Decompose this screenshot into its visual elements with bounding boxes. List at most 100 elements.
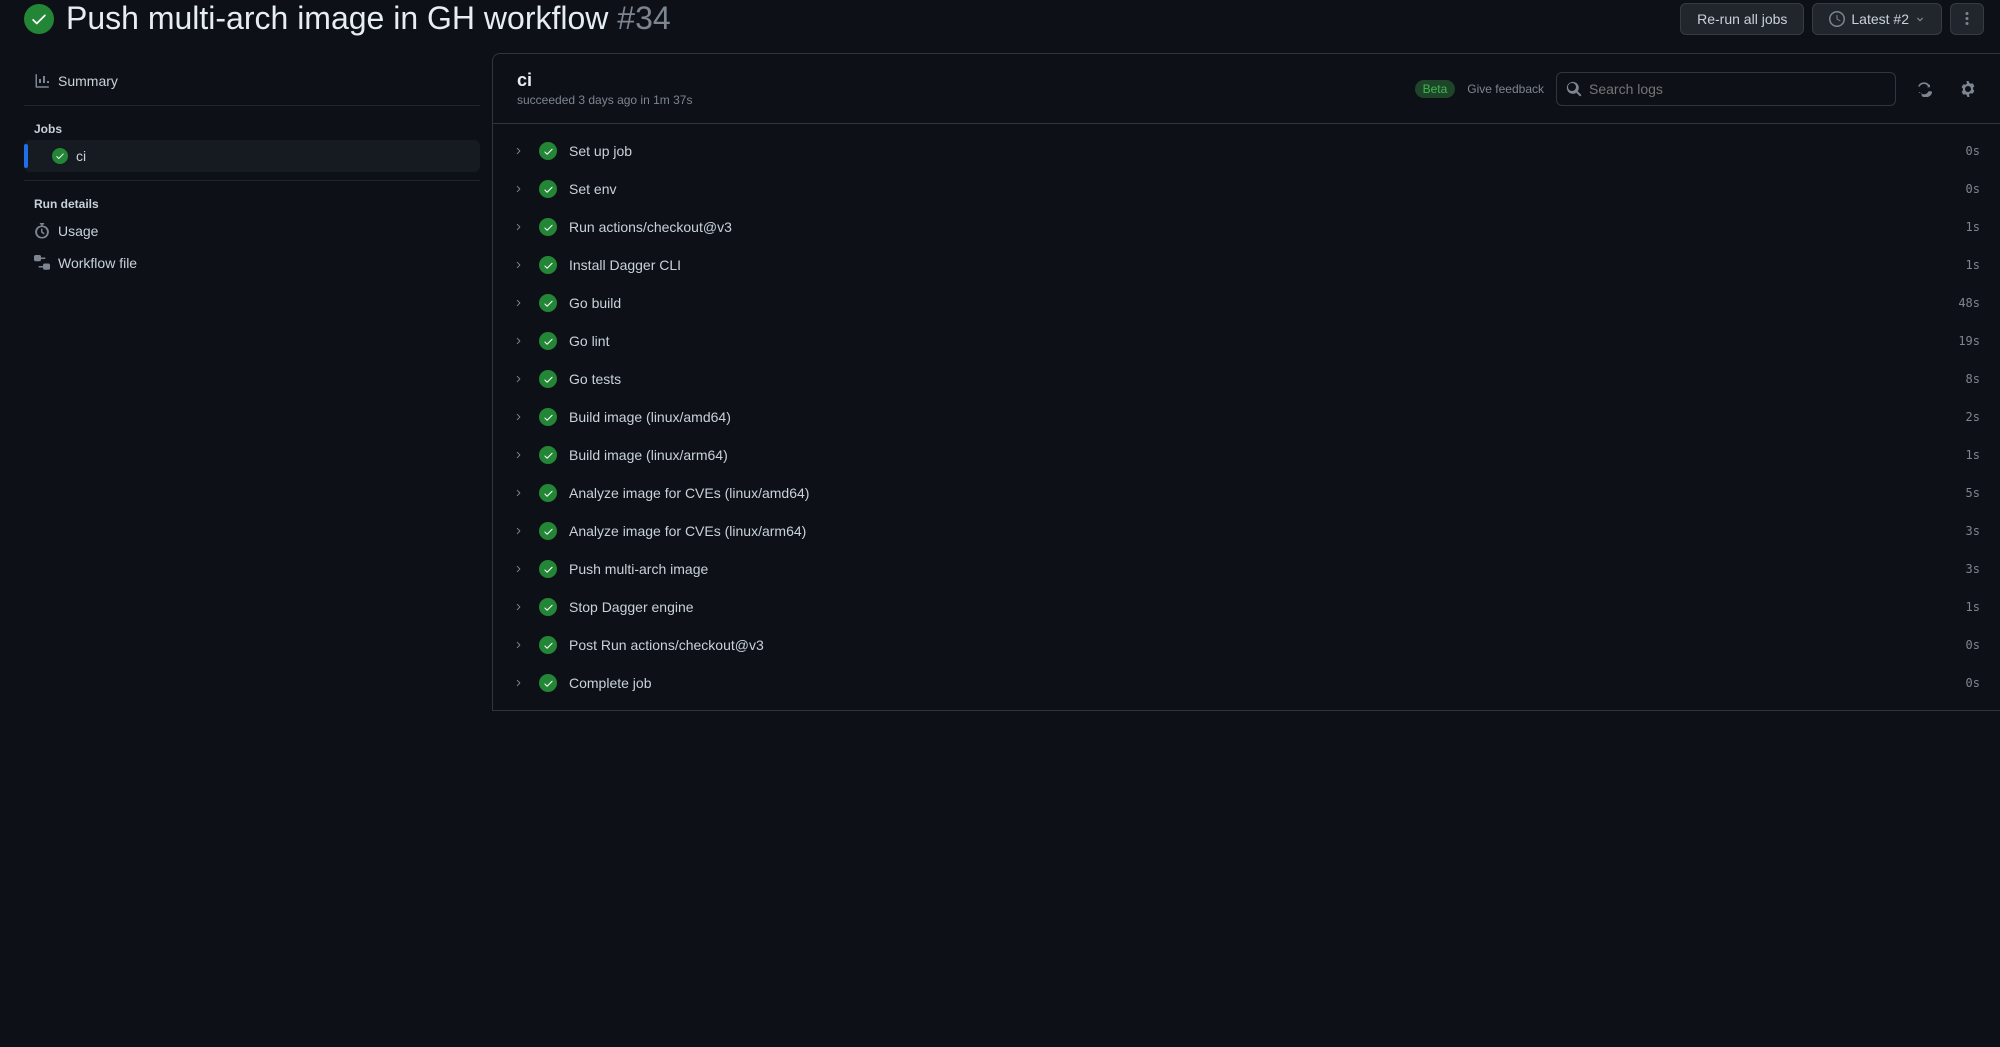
graph-icon: [34, 73, 50, 89]
workflow-file-label: Workflow file: [58, 255, 137, 271]
check-icon: [539, 332, 557, 350]
step-duration-label: 1s: [1966, 258, 1980, 272]
beta-badge: Beta: [1415, 80, 1456, 98]
usage-label: Usage: [58, 223, 98, 239]
chevron-right-icon: [513, 260, 527, 270]
workflow-title: Push multi-arch image in GH workflow #34: [66, 0, 1668, 37]
step-name-label: Go lint: [569, 333, 1946, 349]
check-icon: [539, 522, 557, 540]
give-feedback-link[interactable]: Give feedback: [1467, 82, 1544, 96]
step-row[interactable]: Go tests 8s: [501, 360, 1992, 398]
workflow-icon: [34, 255, 50, 271]
refresh-icon: [1916, 81, 1932, 97]
chevron-right-icon: [513, 298, 527, 308]
check-icon: [539, 636, 557, 654]
sidebar-summary-label: Summary: [58, 73, 118, 89]
chevron-right-icon: [513, 640, 527, 650]
step-name-label: Set env: [569, 181, 1954, 197]
step-row[interactable]: Complete job 0s: [501, 664, 1992, 702]
stopwatch-icon: [34, 223, 50, 239]
step-name-label: Complete job: [569, 675, 1954, 691]
step-name-label: Set up job: [569, 143, 1954, 159]
kebab-icon: [1959, 11, 1975, 27]
step-row[interactable]: Install Dagger CLI 1s: [501, 246, 1992, 284]
panel-title: ci: [517, 70, 1403, 91]
step-row[interactable]: Analyze image for CVEs (linux/arm64) 3s: [501, 512, 1992, 550]
step-name-label: Run actions/checkout@v3: [569, 219, 1954, 235]
check-icon: [539, 674, 557, 692]
check-icon: [539, 408, 557, 426]
step-row[interactable]: Build image (linux/arm64)1s: [501, 436, 1992, 474]
step-duration-label: 0s: [1966, 676, 1980, 690]
step-row[interactable]: Set up job0s: [501, 132, 1992, 170]
header-actions: Re-run all jobs Latest #2: [1680, 3, 1984, 35]
step-row[interactable]: Stop Dagger engine 1s: [501, 588, 1992, 626]
sidebar: Summary Jobs ci Run details Usage Workfl…: [12, 53, 492, 711]
sidebar-job-ci[interactable]: ci: [24, 140, 480, 172]
step-name-label: Post Run actions/checkout@v3: [569, 637, 1954, 653]
chevron-right-icon: [513, 336, 527, 346]
sidebar-item-summary[interactable]: Summary: [24, 65, 480, 97]
workflow-run-number: #34: [617, 0, 670, 36]
step-duration-label: 0s: [1966, 638, 1980, 652]
search-logs-input[interactable]: [1556, 72, 1896, 106]
check-icon: [539, 484, 557, 502]
chevron-right-icon: [513, 602, 527, 612]
step-row[interactable]: Set env 0s: [501, 170, 1992, 208]
step-name-label: Push multi-arch image: [569, 561, 1954, 577]
step-row[interactable]: Push multi-arch image3s: [501, 550, 1992, 588]
step-name-label: Analyze image for CVEs (linux/arm64): [569, 523, 1954, 539]
step-name-label: Go tests: [569, 371, 1954, 387]
step-row[interactable]: Analyze image for CVEs (linux/amd64)5s: [501, 474, 1992, 512]
panel-title-group: ci succeeded 3 days ago in 1m 37s: [517, 70, 1403, 107]
gear-icon: [1960, 81, 1976, 97]
workflow-status-success-icon: [24, 4, 54, 34]
step-duration-label: 0s: [1966, 182, 1980, 196]
step-duration-label: 3s: [1966, 524, 1980, 538]
check-icon: [539, 560, 557, 578]
logs-panel: ci succeeded 3 days ago in 1m 37s Beta G…: [492, 53, 2000, 711]
chevron-right-icon: [513, 450, 527, 460]
more-actions-button[interactable]: [1950, 3, 1984, 35]
divider: [24, 105, 480, 106]
step-name-label: Install Dagger CLI: [569, 257, 1954, 273]
step-name-label: Stop Dagger engine: [569, 599, 1954, 615]
step-duration-label: 1s: [1966, 600, 1980, 614]
step-row[interactable]: Go build48s: [501, 284, 1992, 322]
check-icon: [539, 598, 557, 616]
check-icon: [52, 148, 68, 164]
workflow-header: Push multi-arch image in GH workflow #34…: [0, 0, 2000, 53]
settings-button[interactable]: [1952, 73, 1984, 105]
steps-list: Set up job0sSet env0sRun actions/checkou…: [493, 124, 2000, 710]
rerun-all-jobs-button[interactable]: Re-run all jobs: [1680, 3, 1804, 35]
chevron-right-icon: [513, 488, 527, 498]
check-icon: [539, 294, 557, 312]
panel-subtitle: succeeded 3 days ago in 1m 37s: [517, 93, 1403, 107]
step-name-label: Go build: [569, 295, 1946, 311]
check-icon: [539, 446, 557, 464]
history-icon: [1829, 11, 1845, 27]
chevron-right-icon: [513, 412, 527, 422]
step-row[interactable]: Run actions/checkout@v31s: [501, 208, 1992, 246]
chevron-right-icon: [513, 374, 527, 384]
latest-run-dropdown[interactable]: Latest #2: [1812, 3, 1942, 35]
latest-run-label: Latest #2: [1851, 11, 1909, 27]
search-icon: [1566, 81, 1582, 97]
check-icon: [539, 256, 557, 274]
sidebar-item-usage[interactable]: Usage: [24, 215, 480, 247]
step-row[interactable]: Go lint 19s: [501, 322, 1992, 360]
step-duration-label: 2s: [1966, 410, 1980, 424]
chevron-down-icon: [1915, 14, 1925, 24]
step-duration-label: 19s: [1958, 334, 1980, 348]
chevron-right-icon: [513, 184, 527, 194]
chevron-right-icon: [513, 678, 527, 688]
step-row[interactable]: Build image (linux/amd64)2s: [501, 398, 1992, 436]
step-duration-label: 8s: [1966, 372, 1980, 386]
run-details-heading: Run details: [24, 189, 480, 215]
chevron-right-icon: [513, 526, 527, 536]
step-name-label: Analyze image for CVEs (linux/amd64): [569, 485, 1954, 501]
refresh-button[interactable]: [1908, 73, 1940, 105]
step-row[interactable]: Post Run actions/checkout@v3 0s: [501, 626, 1992, 664]
panel-header: ci succeeded 3 days ago in 1m 37s Beta G…: [493, 54, 2000, 124]
sidebar-item-workflow-file[interactable]: Workflow file: [24, 247, 480, 279]
